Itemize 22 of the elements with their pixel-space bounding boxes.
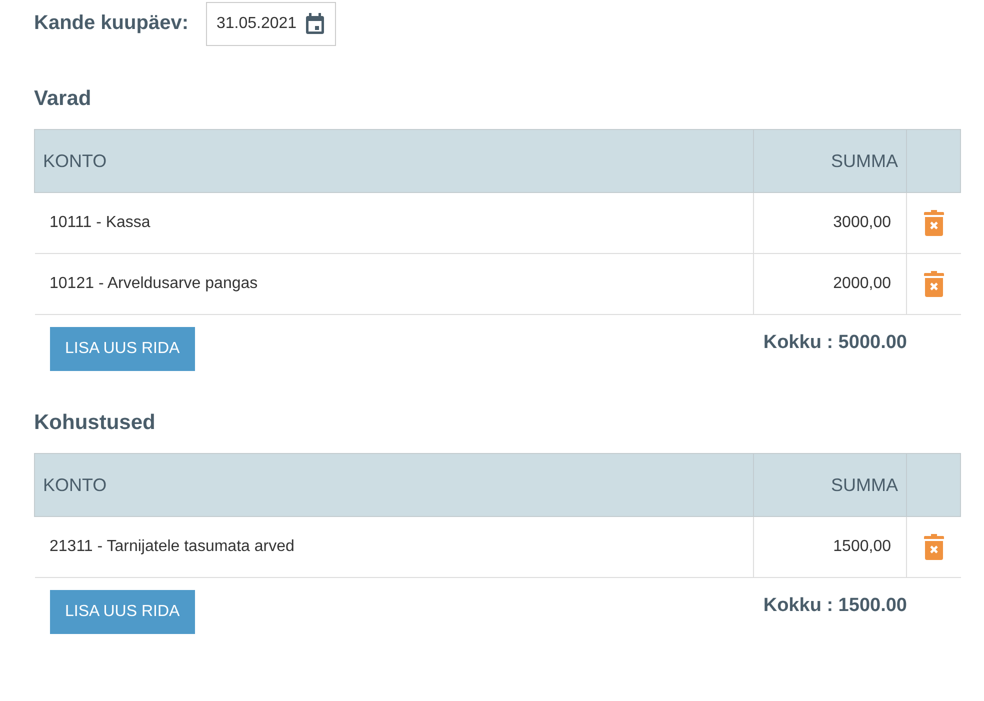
calendar-icon[interactable]	[305, 13, 326, 35]
delete-icon[interactable]	[924, 210, 944, 236]
column-header: KONTO	[34, 130, 754, 192]
section-title: Varad	[34, 87, 92, 111]
delete-icon[interactable]	[924, 271, 944, 297]
table-cell: 10111 - Kassa	[34, 192, 754, 254]
table-cell: 1500,00	[754, 516, 906, 578]
column-header: SUMMA	[754, 454, 906, 516]
add-row-button[interactable]: LISA UUS RIDA	[50, 327, 195, 371]
date-field[interactable]: 31.05.2021	[206, 2, 336, 46]
column-header: KONTO	[34, 454, 754, 516]
table-cell: 3000,00	[754, 192, 906, 254]
table-cell: 2000,00	[754, 254, 906, 314]
total-label: Kokku : 1500.00	[763, 595, 907, 617]
date-label: Kande kuupäev:	[34, 12, 188, 35]
add-row-button[interactable]: LISA UUS RIDA	[50, 590, 195, 634]
column-header: SUMMA	[754, 130, 906, 192]
delete-icon[interactable]	[924, 534, 944, 560]
table-cell: 21311 - Tarnijatele tasumata arved	[34, 516, 754, 578]
section-title: Kohustused	[34, 411, 156, 435]
total-label: Kokku : 5000.00	[763, 332, 907, 354]
table-cell: 10121 - Arveldusarve pangas	[34, 254, 754, 314]
